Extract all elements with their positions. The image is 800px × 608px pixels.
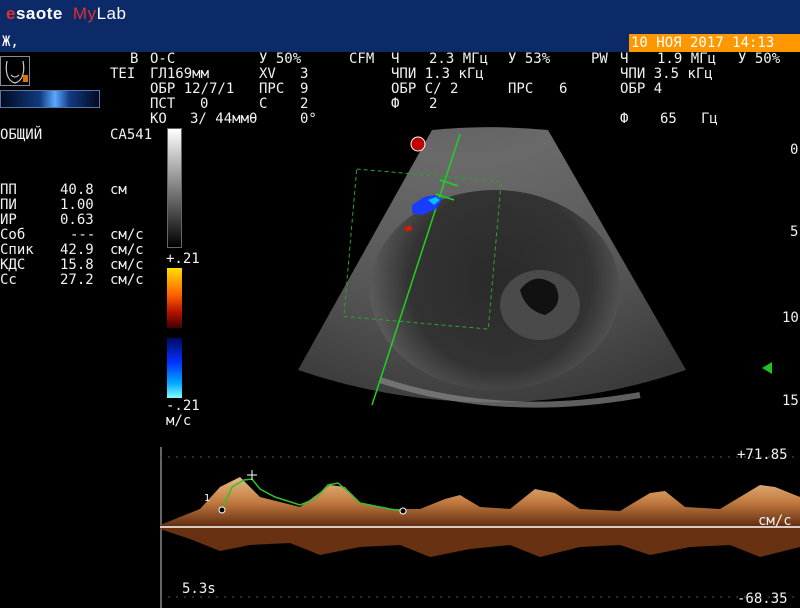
doppler-vmax: +71.85 [737,447,788,463]
organ-region [370,190,620,390]
doppler-unit: см/с [758,513,792,529]
orientation-marker-icon [410,136,426,152]
cycle-marker-label: 1 [204,493,211,504]
reverse-flow-envelope [160,527,800,557]
depth-tick: 0 [790,142,799,158]
depth-tick: 15 [782,393,799,409]
peak-cursor-icon [247,470,257,480]
depth-tick: 5 [790,224,799,240]
cycle-end-marker [399,507,407,515]
depth-tick: 10 [782,310,799,326]
b-mode-image[interactable] [0,0,800,447]
focus-marker-icon [762,362,772,374]
sweep-time: 5.3s [182,581,216,597]
cycle-start-marker [218,506,226,514]
doppler-vmin: -68.35 [737,591,788,607]
doppler-spectrum[interactable]: 1 +71.85 см/с 5.3s -68.35 [160,447,800,608]
